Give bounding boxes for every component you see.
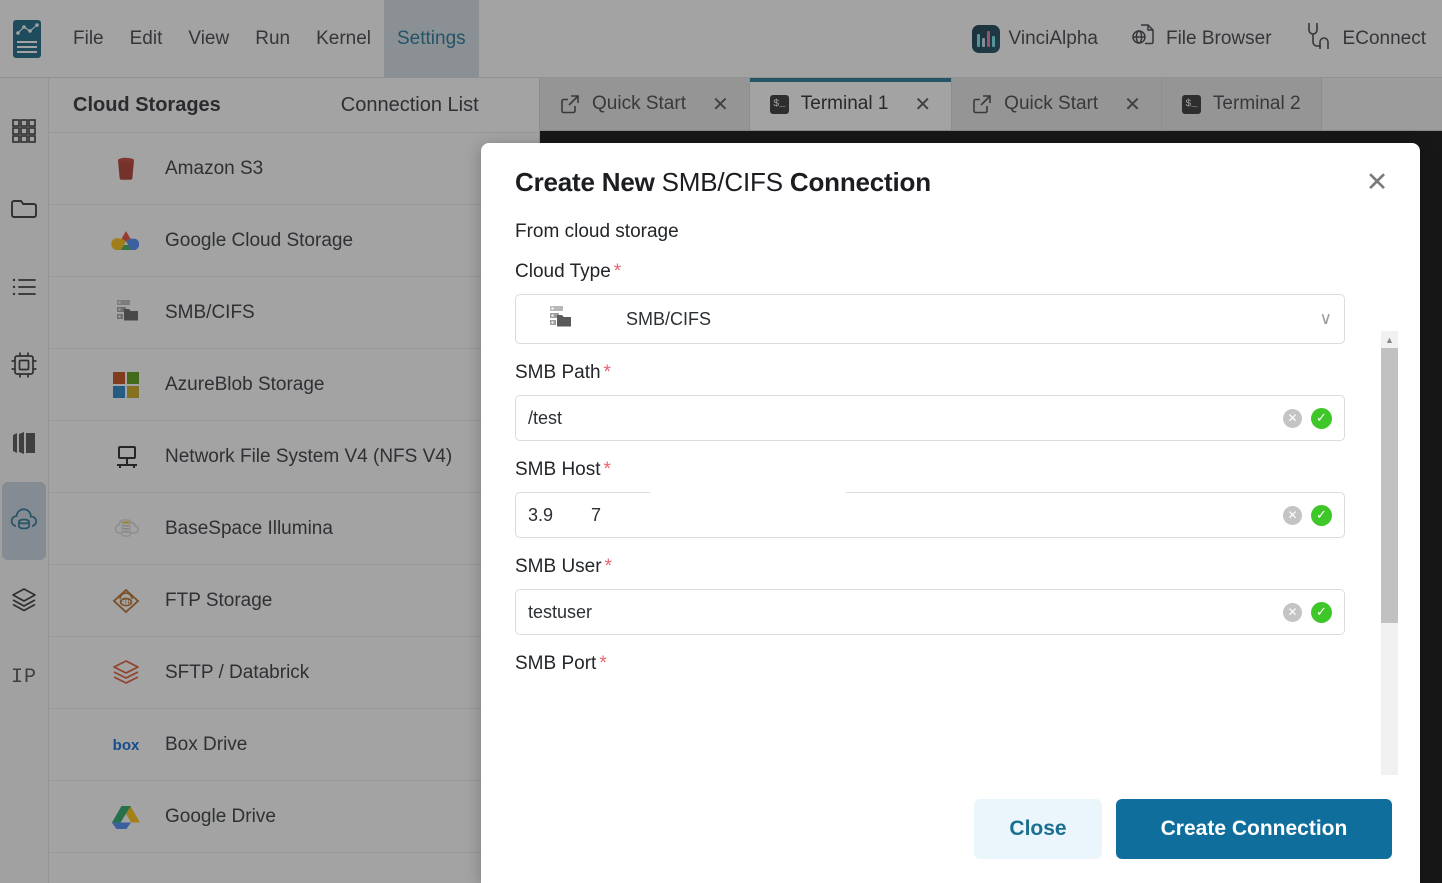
scrollbar-thumb[interactable] — [1381, 348, 1398, 623]
field-smb-user: SMB User * testuser ✕ ✓ — [515, 556, 1345, 635]
required-marker: * — [613, 261, 622, 282]
cloud-type-select[interactable]: SMB/CIFS ∨ — [515, 294, 1345, 344]
field-smb-port-label: SMB Port * — [515, 653, 1345, 675]
smb-user-value: testuser — [528, 601, 593, 622]
field-smb-path: SMB Path * /test ✕ ✓ — [515, 362, 1345, 441]
redaction-overlay — [650, 492, 846, 495]
dialog-title-suffix: Connection — [789, 167, 931, 197]
smb-path-value: /test — [528, 407, 563, 428]
scroll-up-icon[interactable]: ▲ — [1381, 331, 1398, 348]
field-smb-user-label: SMB User * — [515, 556, 1345, 578]
smb-host-value-part-a: 3.9 — [528, 504, 554, 525]
field-smb-host-label-text: SMB Host — [515, 459, 601, 480]
create-connection-dialog: Create New SMB/CIFS Connection ✕ From cl… — [481, 143, 1420, 883]
smb-host-input[interactable]: 3.9 7 ✕ ✓ — [515, 492, 1345, 538]
smb-cifs-icon — [544, 305, 574, 333]
dialog-header: Create New SMB/CIFS Connection ✕ — [481, 143, 1420, 198]
field-smb-path-label: SMB Path * — [515, 362, 1345, 384]
dialog-body: Cloud Type * SMB/CIFS ∨ SMB Path * /test… — [481, 243, 1420, 775]
field-cloud-type: Cloud Type * SMB/CIFS ∨ — [515, 261, 1345, 344]
field-smb-port: SMB Port * — [515, 653, 1345, 675]
dialog-title: Create New SMB/CIFS Connection — [515, 167, 1386, 198]
smb-path-input[interactable]: /test ✕ ✓ — [515, 395, 1345, 441]
required-marker: * — [599, 653, 607, 674]
dialog-footer: Close Create Connection — [481, 775, 1420, 883]
connection-form: Cloud Type * SMB/CIFS ∨ SMB Path * /test… — [515, 261, 1345, 675]
close-icon[interactable]: ✕ — [1360, 165, 1394, 199]
required-marker: * — [604, 556, 612, 577]
create-connection-button[interactable]: Create Connection — [1116, 799, 1392, 859]
application-window: Cloud Storages Connection List Amazon S3… — [0, 0, 1442, 883]
smb-host-value-part-b: 7 — [591, 504, 602, 525]
field-smb-host: SMB Host * 3.9 7 ✕ ✓ — [515, 459, 1345, 538]
field-smb-user-label-text: SMB User — [515, 556, 602, 577]
chevron-down-icon: ∨ — [1319, 309, 1332, 328]
clear-icon[interactable]: ✕ — [1283, 505, 1302, 525]
dialog-scrollbar[interactable]: ▲ ▼ — [1381, 331, 1398, 775]
smb-host-adornments: ✕ ✓ — [1283, 504, 1332, 526]
dialog-subtitle: From cloud storage — [515, 221, 679, 242]
smb-host-value: 3.9 7 — [528, 505, 601, 526]
valid-check-icon: ✓ — [1311, 504, 1332, 526]
field-smb-port-label-text: SMB Port — [515, 653, 597, 674]
field-smb-host-label: SMB Host * — [515, 459, 1345, 481]
dialog-title-middle: SMB/CIFS — [661, 167, 783, 197]
field-cloud-type-label-text: Cloud Type — [515, 261, 611, 282]
dialog-title-prefix: Create New — [515, 167, 655, 197]
clear-icon[interactable]: ✕ — [1283, 602, 1302, 622]
valid-check-icon: ✓ — [1311, 407, 1332, 429]
smb-user-input[interactable]: testuser ✕ ✓ — [515, 589, 1345, 635]
valid-check-icon: ✓ — [1311, 601, 1332, 623]
required-marker: * — [603, 459, 611, 480]
smb-path-adornments: ✕ ✓ — [1283, 407, 1332, 429]
cloud-type-value: SMB/CIFS — [626, 308, 712, 329]
scrollbar-track[interactable] — [1381, 348, 1398, 775]
field-cloud-type-label: Cloud Type * — [515, 261, 1345, 283]
close-button[interactable]: Close — [974, 799, 1102, 859]
required-marker: * — [603, 362, 611, 383]
clear-icon[interactable]: ✕ — [1283, 408, 1302, 428]
smb-user-adornments: ✕ ✓ — [1283, 601, 1332, 623]
field-smb-path-label-text: SMB Path — [515, 362, 601, 383]
